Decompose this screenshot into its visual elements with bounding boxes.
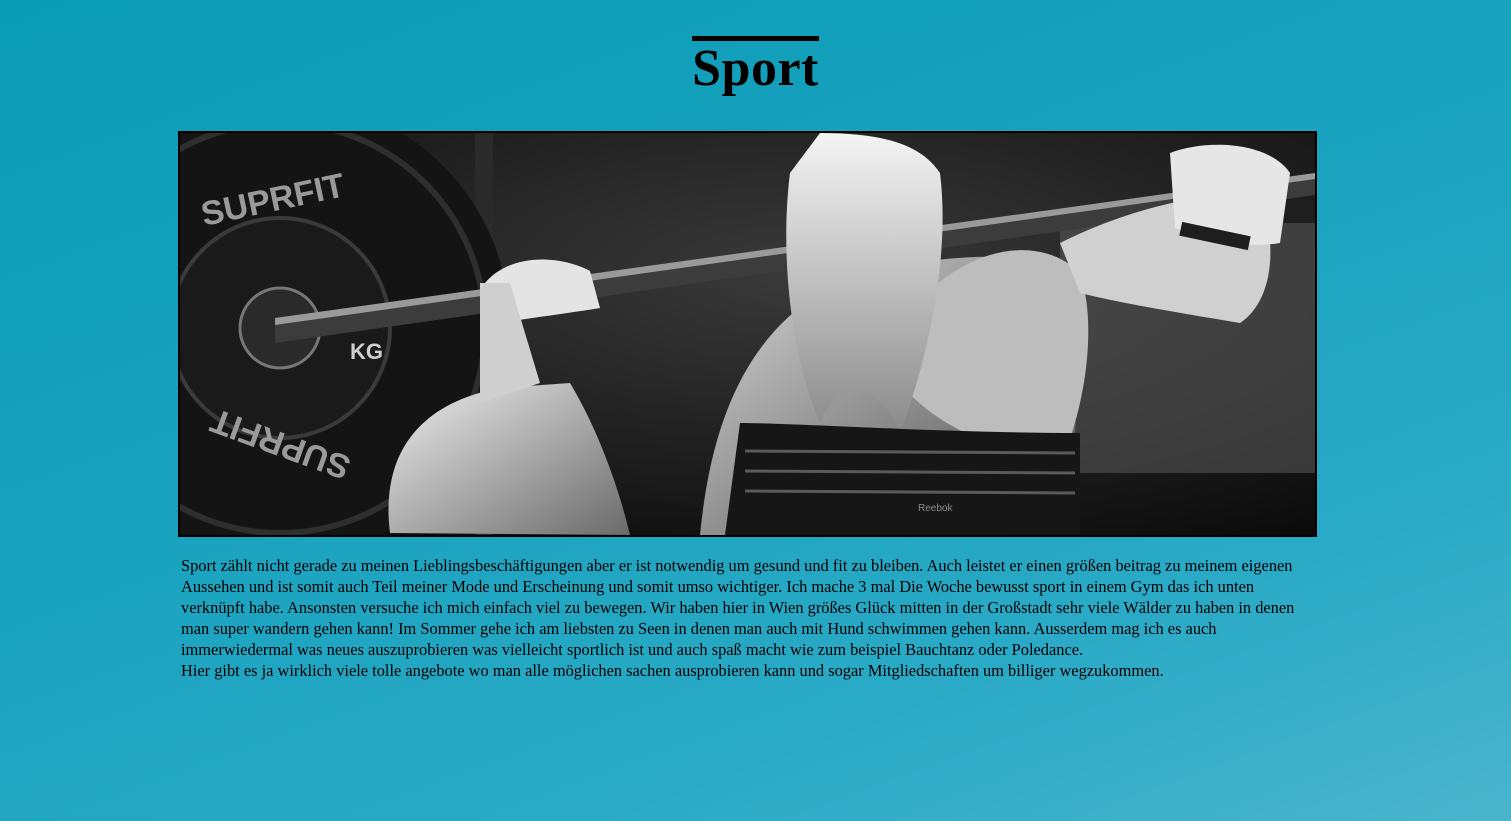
content-text: Sport zählt nicht gerade zu meinen Liebl…: [181, 555, 1311, 681]
title-underline-bar: Sport: [692, 36, 819, 97]
paragraph-intro: Sport zählt nicht gerade zu meinen Liebl…: [181, 556, 1295, 659]
paragraph-offers: Hier gibt es ja wirklich viele tolle ang…: [181, 661, 1164, 680]
svg-text:KG: KG: [350, 339, 383, 364]
page-title: Sport: [692, 40, 819, 97]
page-header: Sport: [0, 36, 1511, 97]
weightlifting-photo: SUPRFIT SUPRFIT KG Reebok: [180, 133, 1315, 535]
svg-text:Reebok: Reebok: [918, 503, 953, 514]
hero-image: SUPRFIT SUPRFIT KG Reebok: [178, 131, 1317, 537]
